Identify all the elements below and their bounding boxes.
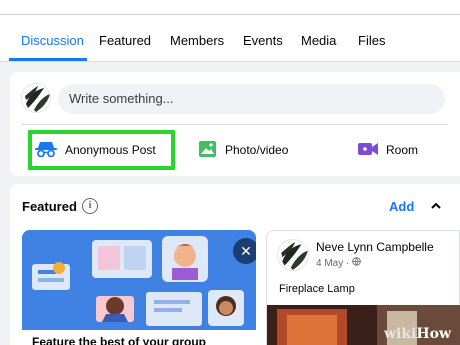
tab-media[interactable]: Media <box>301 33 336 48</box>
post-composer: Write something... Anonymous Post Photo/… <box>10 72 460 176</box>
photo-icon <box>199 140 217 161</box>
photo-video-label: Photo/video <box>225 143 289 157</box>
anonymous-post-label: Anonymous Post <box>65 143 156 157</box>
photo-video-button[interactable]: Photo/video <box>199 132 288 168</box>
room-button[interactable]: Room <box>358 132 418 168</box>
incognito-icon <box>35 141 57 160</box>
info-icon[interactable]: i <box>82 198 98 214</box>
active-tab-indicator <box>9 58 87 61</box>
watermark-logo: wikiHow <box>384 326 451 342</box>
composer-divider <box>22 124 448 125</box>
user-avatar[interactable] <box>21 83 51 113</box>
close-icon[interactable]: ✕ <box>233 238 256 264</box>
tab-discussion[interactable]: Discussion <box>21 33 84 48</box>
feature-promo-card[interactable]: ✕ Feature the best of your group <box>22 230 256 345</box>
watermark-prefix: wiki <box>384 326 417 342</box>
top-divider <box>0 14 460 15</box>
chevron-up-icon[interactable] <box>430 200 442 214</box>
add-featured-button[interactable]: Add <box>389 199 414 214</box>
tab-members[interactable]: Members <box>170 33 224 48</box>
post-text: Fireplace Lamp <box>279 283 355 295</box>
poster-name[interactable]: Neve Lynn Campbelle <box>316 240 434 254</box>
group-tabs-bar: Discussion Featured Members Events Media… <box>0 0 460 62</box>
watermark-suffix: How <box>416 326 452 342</box>
room-label: Room <box>386 143 419 157</box>
featured-heading: Featured <box>22 199 77 214</box>
poster-avatar[interactable] <box>277 239 309 271</box>
post-meta: 4 May · <box>316 257 361 269</box>
anonymous-post-button[interactable]: Anonymous Post <box>35 132 156 168</box>
globe-icon <box>352 257 361 269</box>
tab-files[interactable]: Files <box>358 33 385 48</box>
promo-title: Feature the best of your group <box>32 335 207 345</box>
post-date: 4 May · <box>316 258 353 269</box>
tab-featured[interactable]: Featured <box>99 33 151 48</box>
tab-events[interactable]: Events <box>243 33 283 48</box>
promo-illustration <box>22 230 256 330</box>
video-room-icon <box>358 142 378 159</box>
featured-section: Featured i Add ✕ Feature the best of you… <box>10 184 460 345</box>
write-something-input[interactable]: Write something... <box>58 84 445 114</box>
